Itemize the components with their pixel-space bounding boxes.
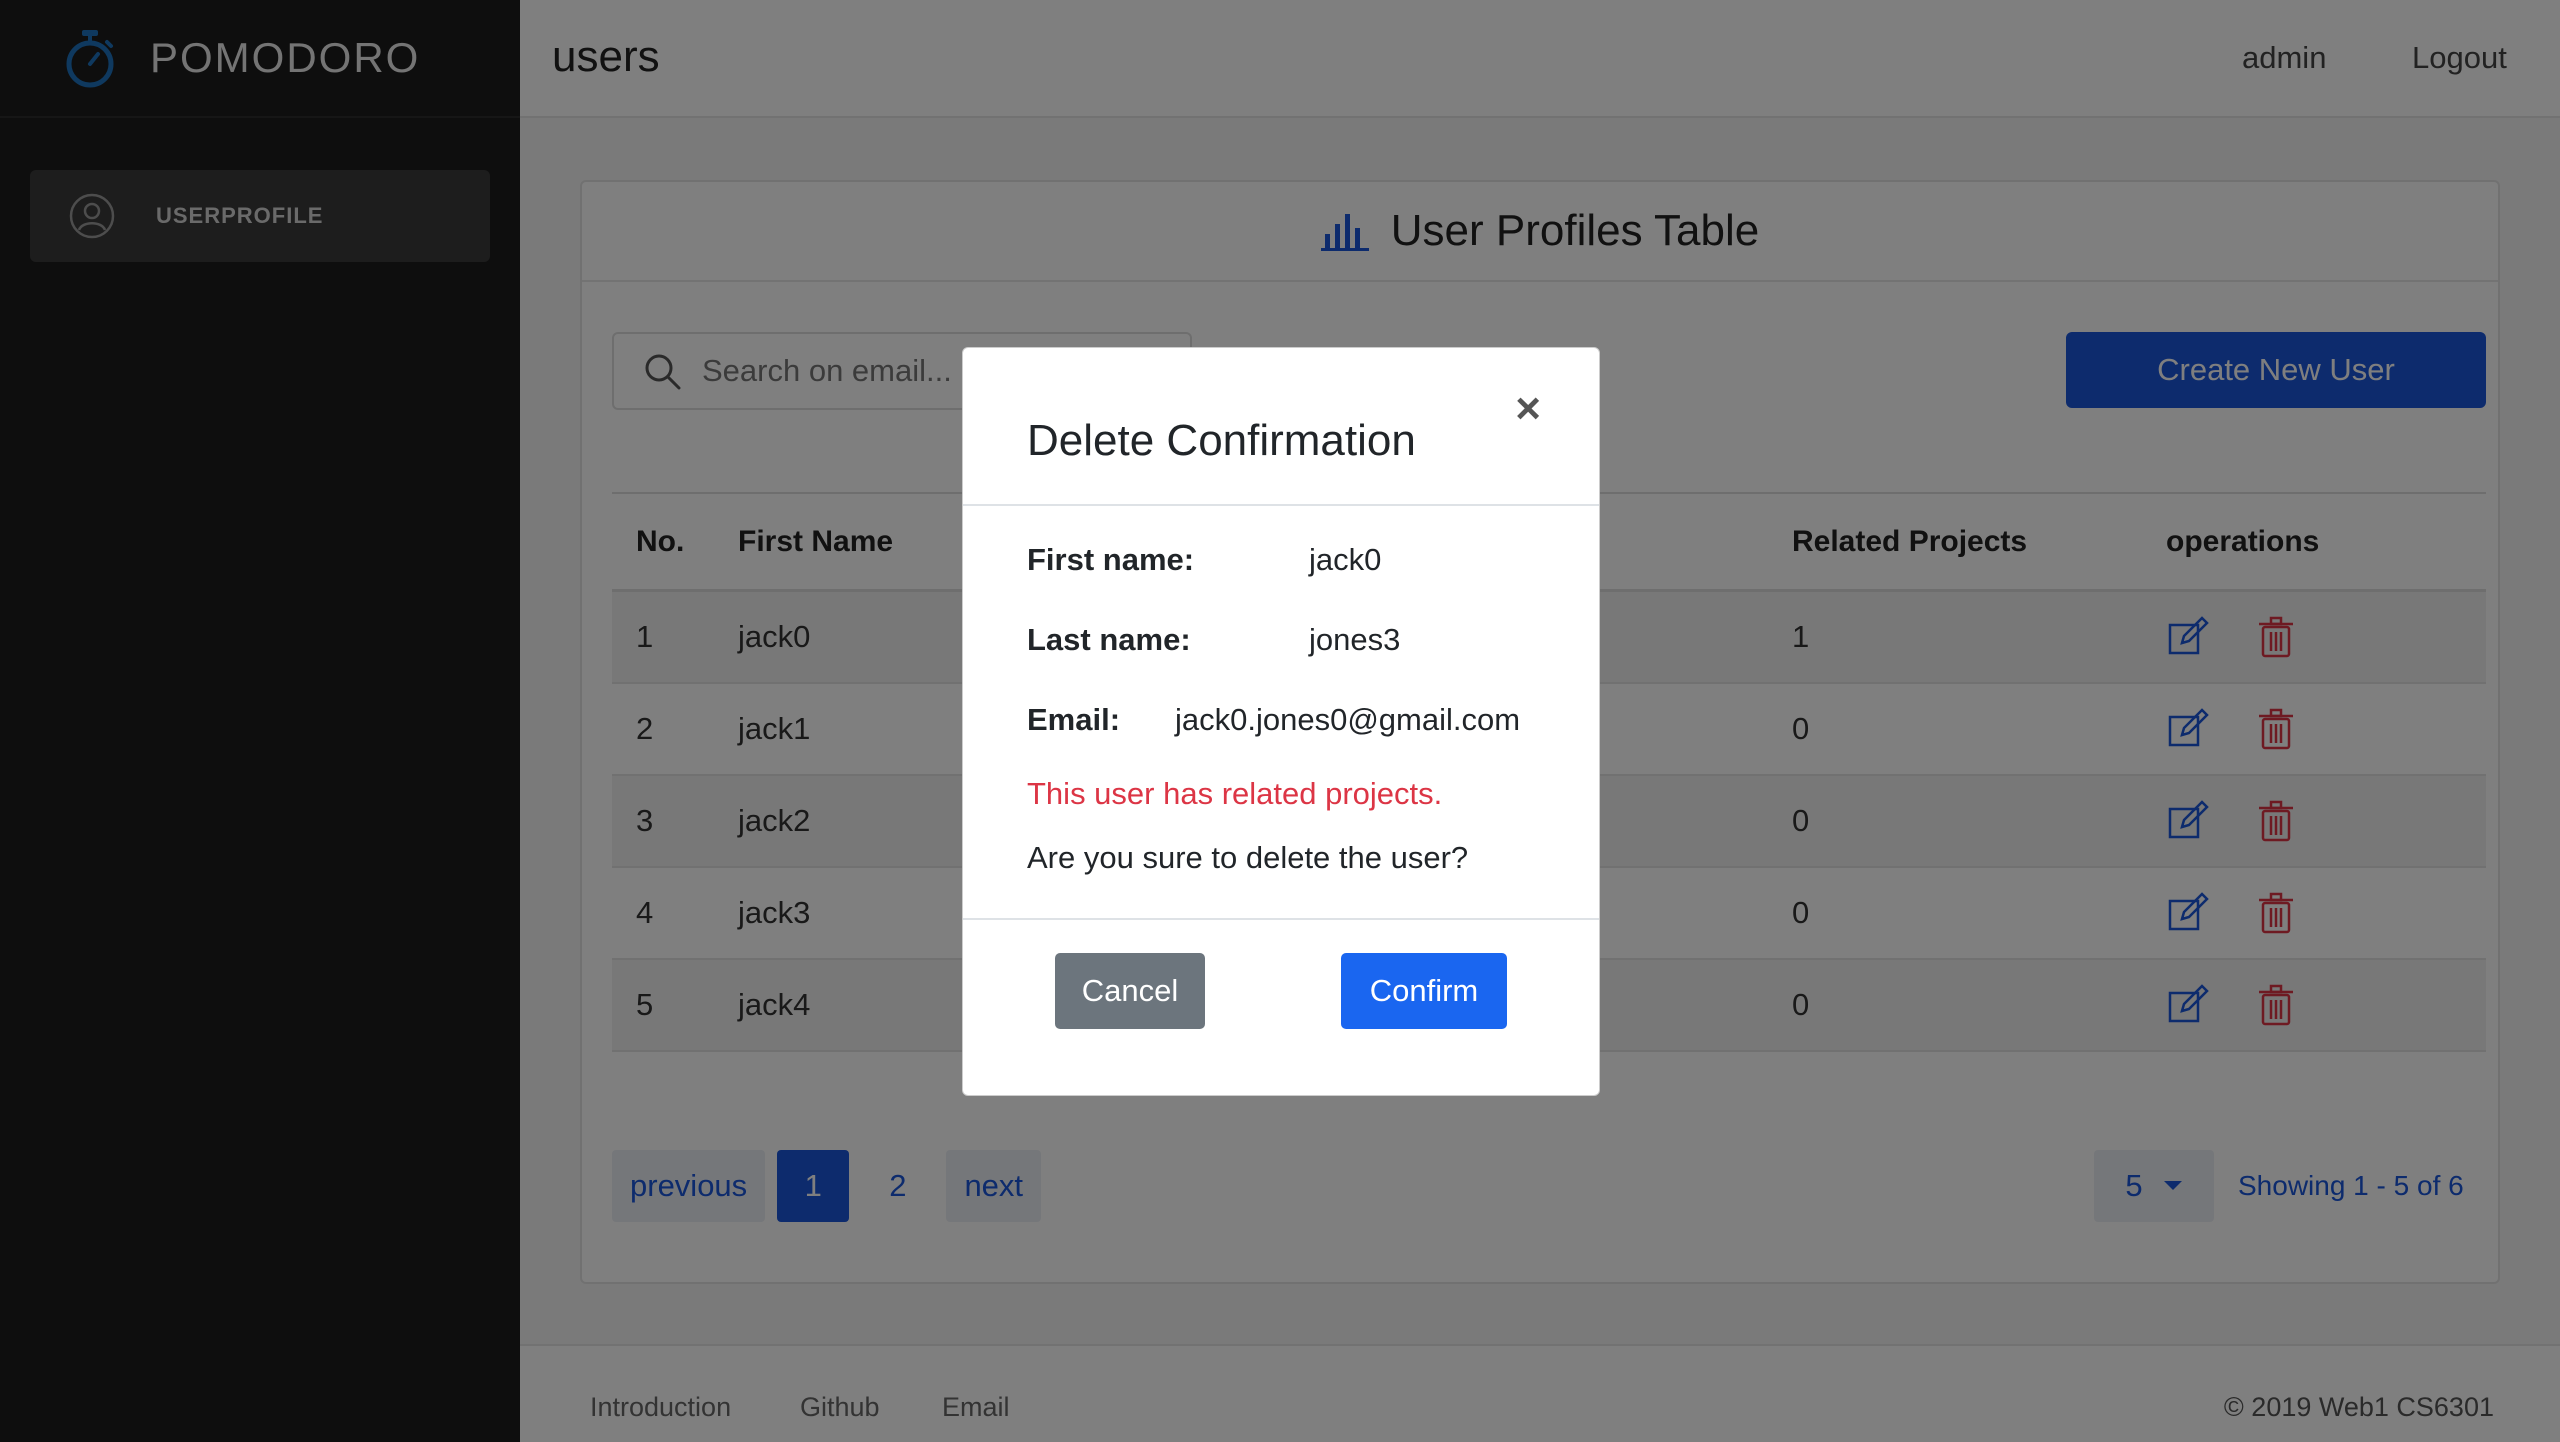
modal-header: Delete Confirmation × [963,348,1599,506]
modal-body: First name: jack0 Last name: jones3 Emai… [963,506,1599,920]
first-name-value: jack0 [1309,542,1382,577]
last-name-value: jones3 [1309,622,1401,657]
confirm-button[interactable]: Confirm [1341,953,1507,1029]
last-name-label: Last name: [1027,622,1191,657]
modal-title: Delete Confirmation [1027,416,1416,465]
email-value: jack0.jones0@gmail.com [1175,702,1521,737]
modal-email-row: Email: [1027,702,1120,738]
email-label: Email: [1027,702,1121,737]
modal-last-name-row: Last name: [1027,622,1191,658]
modal-first-name-row: First name: [1027,542,1194,578]
close-icon[interactable]: × [1515,384,1541,434]
delete-question: Are you sure to delete the user? [1027,840,1469,875]
cancel-button[interactable]: Cancel [1055,953,1205,1029]
related-projects-warning: This user has related projects. [1027,776,1443,811]
first-name-label: First name: [1027,542,1195,577]
delete-confirmation-modal: Delete Confirmation × First name: jack0 … [962,347,1600,1096]
modal-footer: Cancel Confirm [963,920,1599,1095]
